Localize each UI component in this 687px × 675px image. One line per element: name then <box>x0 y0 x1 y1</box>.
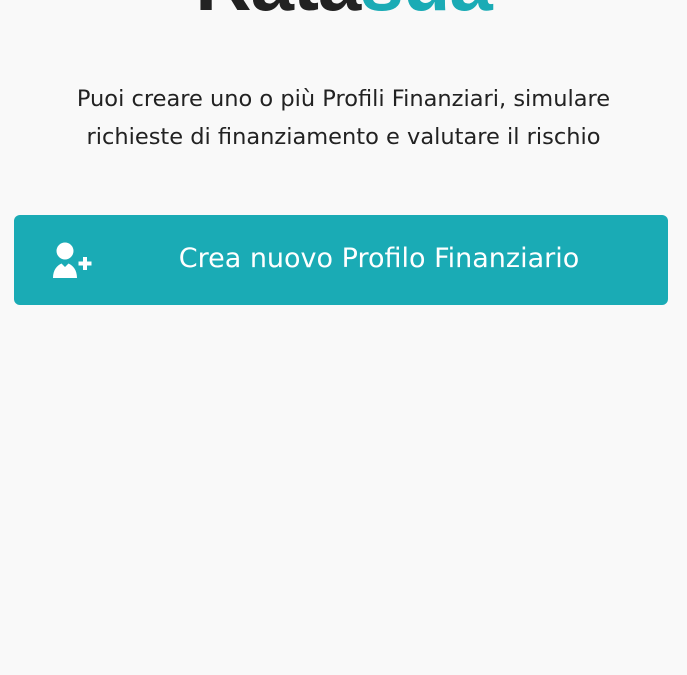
logo-text-dark: Rata <box>195 0 361 27</box>
create-profile-button[interactable]: Crea nuovo Profilo Finanziario <box>14 215 668 305</box>
intro-line-1: Puoi creare uno o più Profili Finanziari… <box>76 86 611 112</box>
screen: Ratasua Puoi creare uno o più Profili Fi… <box>0 0 687 675</box>
app-logo: Ratasua <box>0 0 687 22</box>
create-profile-label: Crea nuovo Profilo Finanziario <box>178 243 580 274</box>
intro-text: Puoi creare uno o più Profili Finanziari… <box>20 80 667 156</box>
logo-text-accent: sua <box>360 0 492 27</box>
intro-line-2: richieste di finanziamento e valutare il… <box>86 124 601 150</box>
